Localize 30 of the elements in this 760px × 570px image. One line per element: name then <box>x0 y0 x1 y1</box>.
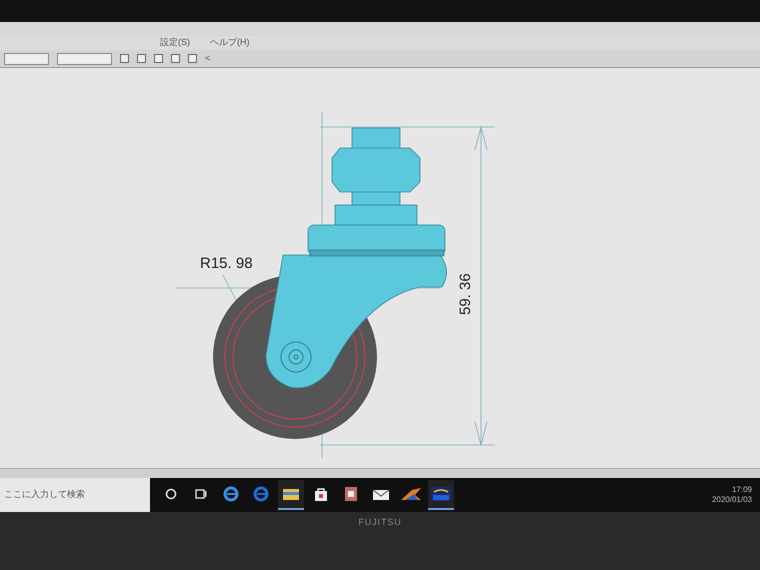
clock-date: 2020/01/03 <box>712 495 752 505</box>
document-icon[interactable] <box>344 486 358 502</box>
folder-icon[interactable] <box>282 487 300 501</box>
taskbar-app[interactable] <box>278 480 304 510</box>
menu-item[interactable]: 設定(S) <box>160 36 190 50</box>
app-logo-icon[interactable] <box>430 486 452 502</box>
shopping-bag-icon[interactable] <box>313 486 329 502</box>
windows-icon[interactable] <box>194 487 208 501</box>
clock-time: 17:09 <box>732 485 752 495</box>
dropdown-field[interactable] <box>4 52 49 64</box>
height-label: 59. 36 <box>457 273 474 315</box>
checkbox[interactable] <box>154 54 163 63</box>
circle-icon[interactable] <box>164 487 178 501</box>
search-field[interactable]: ここに入力して検索 <box>0 478 150 512</box>
letter-e-icon[interactable] <box>253 486 269 502</box>
checkbox[interactable] <box>188 54 197 63</box>
envelope-icon[interactable] <box>372 487 390 501</box>
dropdown-field[interactable] <box>57 52 112 64</box>
checkbox[interactable] <box>120 54 129 63</box>
letter-e-icon[interactable] <box>223 486 239 502</box>
taskbar-app[interactable] <box>428 480 454 510</box>
menu-item[interactable]: ヘルプ(H) <box>210 36 250 50</box>
toolbar-label: < <box>205 52 210 65</box>
bird-icon[interactable] <box>400 486 422 502</box>
hub-drawing <box>280 342 312 372</box>
monitor-brand: FUJITSU <box>358 516 402 529</box>
radius-label: R15. 98 <box>200 255 253 272</box>
leader-line <box>222 274 236 300</box>
checkbox[interactable] <box>137 54 146 63</box>
checkbox[interactable] <box>171 54 180 63</box>
